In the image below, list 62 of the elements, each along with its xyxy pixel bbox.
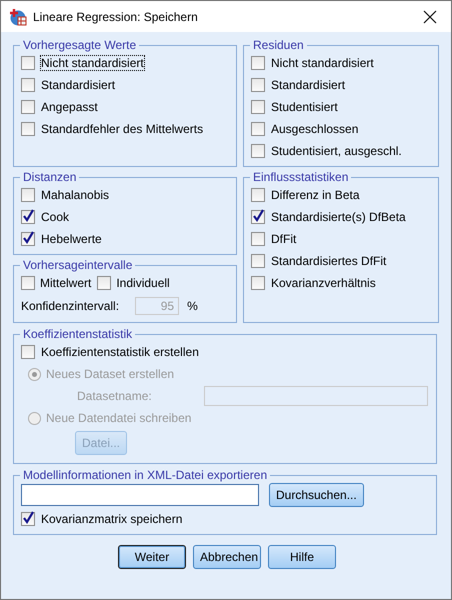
unit-label: % <box>187 299 198 313</box>
checkbox-label: Nicht standardisiert <box>271 56 374 70</box>
browse-button[interactable]: Durchsuchen... <box>269 483 364 507</box>
group-title: Vorhergesagte Werte <box>22 38 138 52</box>
app-icon <box>9 8 27 26</box>
checkbox-label: Ausgeschlossen <box>271 122 358 136</box>
checkbox[interactable] <box>251 56 265 70</box>
checkbox-label: Cook <box>41 210 70 224</box>
checkbox-label: DfFit <box>271 232 296 246</box>
checkbox-label: Nicht standardisiert <box>40 55 145 71</box>
radio-label: Neue Datendatei schreiben <box>46 411 192 425</box>
checkbox-label: Mittelwert <box>40 276 92 290</box>
group-title: Koeffizientenstatistik <box>22 327 134 341</box>
group-title: Distanzen <box>22 170 78 184</box>
group-title: Vorhersageintervalle <box>22 258 134 272</box>
checkbox[interactable] <box>251 210 265 224</box>
checkbox[interactable] <box>251 144 265 158</box>
checkbox-label: Standardisierte(s) DfBeta <box>271 210 406 224</box>
checkbox-label: Angepasst <box>40 99 99 115</box>
checkbox-label: Differenz in Beta <box>271 188 360 202</box>
checkbox[interactable] <box>21 188 35 202</box>
checkbox[interactable] <box>21 512 35 526</box>
checkbox[interactable] <box>251 188 265 202</box>
checkbox[interactable] <box>251 100 265 114</box>
checkbox[interactable] <box>251 232 265 246</box>
radio-label: Neues Dataset erstellen <box>46 367 174 381</box>
checkbox[interactable] <box>21 210 35 224</box>
checkbox-label: Standardfehler des Mittelwerts <box>40 121 204 137</box>
checkbox[interactable] <box>21 345 35 359</box>
checkbox-label: Studentisiert <box>271 100 338 114</box>
checkbox-label: Hebelwerte <box>41 232 102 246</box>
checkbox-label: Kovarianzverhältnis <box>271 276 376 290</box>
checkbox[interactable] <box>21 232 35 246</box>
field-label: Konfidenzintervall: <box>21 299 120 313</box>
checkbox-label: Mahalanobis <box>41 188 110 202</box>
checkbox-label: Individuell <box>116 276 170 290</box>
close-icon[interactable] <box>423 10 437 24</box>
checkbox-label: Standardisiertes DfFit <box>271 254 386 268</box>
checkbox-label: Standardisiert <box>271 78 346 92</box>
checkbox-label: Studentisiert, ausgeschl. <box>271 144 402 158</box>
checkbox[interactable] <box>251 254 265 268</box>
checkbox[interactable] <box>21 78 35 92</box>
dialog-button[interactable]: Weiter <box>118 545 186 569</box>
dialog-button[interactable]: Hilfe <box>268 545 336 569</box>
checkbox[interactable] <box>251 78 265 92</box>
checkbox[interactable] <box>21 276 35 290</box>
checkbox[interactable] <box>21 100 35 114</box>
dialog-button[interactable]: Abbrechen <box>193 545 261 569</box>
window-title: Lineare Regression: Speichern <box>33 10 199 24</box>
checkbox[interactable] <box>21 56 35 70</box>
checkbox[interactable] <box>251 122 265 136</box>
checkbox[interactable] <box>251 276 265 290</box>
checkbox[interactable] <box>97 276 112 290</box>
checkbox[interactable] <box>21 122 35 136</box>
group-title: Einflussstatistiken <box>252 170 350 184</box>
file-path-field[interactable] <box>21 484 259 506</box>
group-title: Residuen <box>252 38 305 52</box>
field-label: Datasetname: <box>77 389 152 403</box>
group-title: Modellinformationen in XML-Datei exportieren <box>22 468 268 482</box>
checkbox-label: Koeffizientenstatistik erstellen <box>41 345 199 359</box>
checkbox-label: Standardisiert <box>40 77 116 93</box>
checkbox-label: Kovarianzmatrix speichern <box>41 512 182 526</box>
